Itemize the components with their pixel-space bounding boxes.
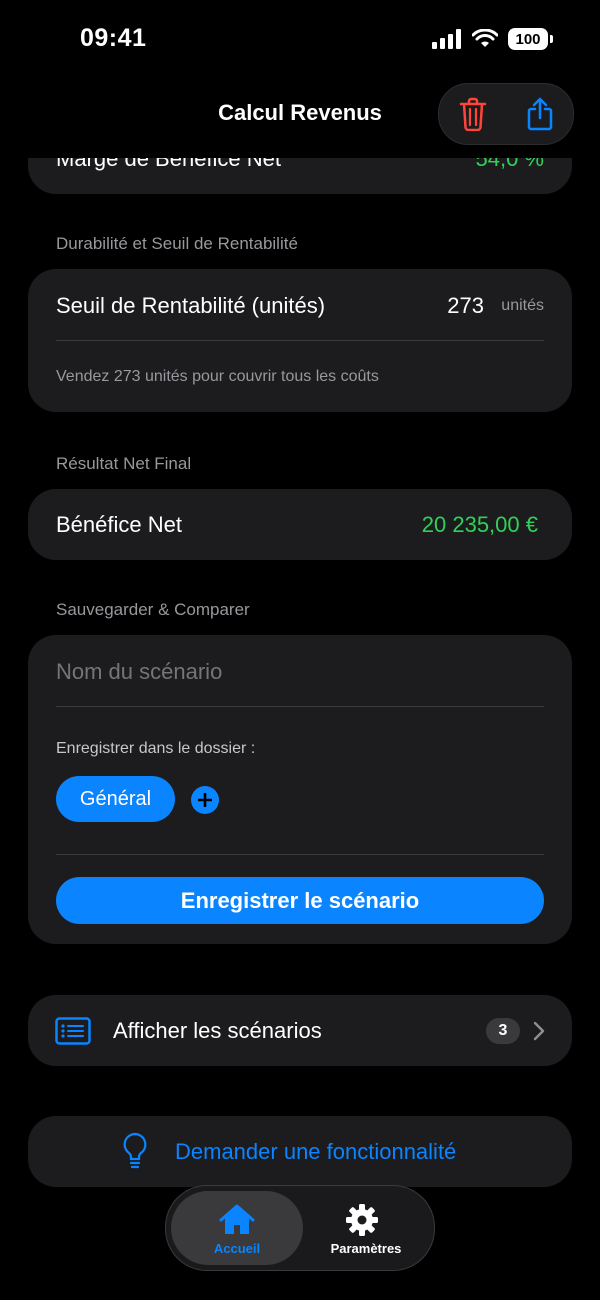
breakeven-note: Vendez 273 unités pour couvrir tous les … bbox=[56, 368, 379, 385]
divider bbox=[56, 854, 544, 855]
share-button[interactable] bbox=[525, 96, 555, 132]
section-net-result: Résultat Net Final bbox=[56, 454, 192, 473]
net-profit-label: Bénéfice Net bbox=[56, 512, 182, 537]
folder-chip-general[interactable]: Général bbox=[56, 776, 175, 822]
net-profit-value: 20 235,00 € bbox=[421, 512, 538, 537]
margin-value: 54,0 % bbox=[475, 158, 545, 171]
scenario-name-input[interactable] bbox=[56, 653, 544, 691]
tab-home[interactable]: Accueil bbox=[171, 1191, 303, 1265]
scenario-count-badge: 3 bbox=[486, 1018, 520, 1044]
section-durability: Durabilité et Seuil de Rentabilité bbox=[56, 234, 298, 253]
margin-row: Marge de Bénéfice Net 54,0 % bbox=[28, 158, 572, 194]
breakeven-value: 273 bbox=[447, 293, 484, 318]
breakeven-unit: unités bbox=[501, 297, 544, 314]
durability-card: Seuil de Rentabilité (unités) 273 unités… bbox=[28, 269, 572, 412]
delete-button[interactable] bbox=[458, 97, 488, 131]
wifi-icon bbox=[472, 29, 498, 47]
add-folder-button[interactable] bbox=[191, 786, 219, 814]
gear-icon bbox=[346, 1204, 378, 1236]
lightbulb-icon bbox=[123, 1132, 147, 1169]
battery-icon: 100 bbox=[508, 28, 553, 50]
feature-request-button[interactable]: Demander une fonctionnalité bbox=[28, 1116, 572, 1187]
status-time: 09:41 bbox=[80, 24, 147, 52]
home-icon bbox=[219, 1204, 255, 1234]
folder-label: Enregistrer dans le dossier : bbox=[56, 740, 256, 757]
save-card: Enregistrer dans le dossier : Général En… bbox=[28, 635, 572, 944]
partial-card-clip: Marge de Bénéfice Net 54,0 % bbox=[28, 158, 572, 194]
list-icon bbox=[55, 1017, 91, 1045]
tab-settings-label: Paramètres bbox=[330, 1241, 402, 1256]
chevron-right-icon bbox=[533, 1021, 545, 1041]
trash-icon bbox=[459, 97, 486, 131]
tab-settings[interactable]: Paramètres bbox=[303, 1191, 429, 1265]
net-result-card: Bénéfice Net 20 235,00 € bbox=[28, 489, 572, 560]
tab-bar: Accueil Paramètres bbox=[165, 1185, 435, 1271]
signal-icon bbox=[432, 29, 461, 49]
share-icon bbox=[527, 97, 552, 131]
divider bbox=[56, 340, 544, 341]
battery-level: 100 bbox=[515, 30, 541, 48]
tab-home-label: Accueil bbox=[213, 1241, 261, 1256]
breakeven-label: Seuil de Rentabilité (unités) bbox=[56, 293, 326, 318]
show-scenarios-label: Afficher les scénarios bbox=[113, 1018, 322, 1043]
feature-request-label: Demander une fonctionnalité bbox=[175, 1139, 457, 1164]
status-icons: 100 bbox=[432, 28, 553, 50]
margin-label: Marge de Bénéfice Net bbox=[56, 158, 282, 171]
nav-actions bbox=[438, 83, 574, 145]
divider bbox=[56, 706, 544, 707]
save-scenario-button[interactable]: Enregistrer le scénario bbox=[56, 877, 544, 924]
show-scenarios-row[interactable]: Afficher les scénarios 3 bbox=[28, 995, 572, 1066]
plus-icon bbox=[198, 793, 212, 807]
section-save: Sauvegarder & Comparer bbox=[56, 600, 250, 619]
